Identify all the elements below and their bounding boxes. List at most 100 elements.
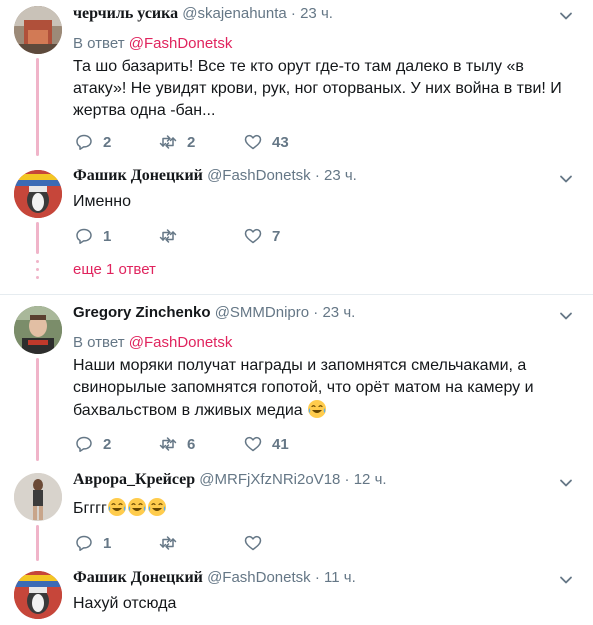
retweet-icon (159, 536, 177, 550)
tweet-header: Аврора_Крейсер @MRFjXfzNRi2oV18 · 12 ч. (73, 470, 387, 490)
chevron-down-icon[interactable] (559, 9, 573, 23)
chevron-down-icon[interactable] (559, 172, 573, 186)
heart-icon (244, 436, 262, 452)
thread-line (36, 222, 39, 254)
timestamp[interactable]: 11 ч. (324, 569, 356, 586)
avatar[interactable] (14, 170, 62, 218)
tweet-header: Фашик Донецкий @FashDonetsk · 11 ч. (73, 568, 356, 588)
retweet-count: 2 (187, 133, 196, 151)
tweet-1[interactable]: черчиль усика @skajenahunta · 23 ч. В от… (0, 0, 593, 158)
tweet-text: Нахуй отсюда (73, 595, 177, 612)
reply-context: В ответ @FashDonetsk (73, 333, 232, 353)
tweet-text: Та шо базарить! Все те кто орут где-то т… (73, 58, 562, 119)
chevron-down-icon[interactable] (559, 573, 573, 587)
tweet-actions: 2 6 41 (73, 434, 373, 454)
heart-icon (244, 134, 262, 150)
display-name[interactable]: Фашик Донецкий (73, 167, 203, 184)
reply-button[interactable]: 1 (75, 533, 113, 553)
tweet-actions: 1 7 (73, 226, 373, 246)
reply-button[interactable]: 2 (75, 132, 113, 152)
reply-count: 1 (103, 227, 112, 245)
thread-line (36, 525, 39, 561)
tweet-5[interactable]: Фашик Донецкий @FashDonetsk · 11 ч. Наху… (0, 561, 593, 625)
tweet-2[interactable]: Фашик Донецкий @FashDonetsk · 23 ч. Имен… (0, 158, 593, 294)
display-name[interactable]: Gregory Zinchenko (73, 304, 211, 321)
face-with-tears-of-joy-emoji (107, 498, 126, 516)
face-with-tears-of-joy-emoji (308, 400, 327, 418)
tweet-text-body: Наши моряки получат награды и запомнятся… (73, 357, 534, 419)
retweet-icon (159, 135, 177, 149)
user-handle[interactable]: @SMMDnipro (215, 304, 309, 321)
retweet-button[interactable] (159, 226, 197, 246)
reply-icon (76, 134, 92, 150)
tweet-actions: 2 2 43 (73, 132, 373, 152)
reply-to-link[interactable]: @FashDonetsk (129, 334, 233, 351)
like-button[interactable]: 43 (244, 132, 289, 152)
reply-prefix: В ответ (73, 35, 125, 52)
separator-dot: · (314, 167, 320, 184)
user-handle[interactable]: @skajenahunta (182, 5, 286, 22)
separator-dot: · (313, 304, 319, 321)
user-handle[interactable]: @FashDonetsk (207, 167, 311, 184)
timestamp[interactable]: 23 ч. (300, 5, 333, 22)
reply-count: 1 (103, 534, 112, 552)
display-name[interactable]: Аврора_Крейсер (73, 471, 195, 488)
like-button[interactable]: 7 (244, 226, 282, 246)
retweet-count: 6 (187, 435, 196, 453)
thread-dots (36, 260, 39, 284)
tweet-header: Gregory Zinchenko @SMMDnipro · 23 ч. (73, 303, 355, 323)
timestamp[interactable]: 23 ч. (324, 167, 357, 184)
retweet-button[interactable]: 2 (159, 132, 197, 152)
reply-icon (76, 436, 92, 452)
tweet-header: черчиль усика @skajenahunta · 23 ч. (73, 4, 333, 24)
separator-dot: · (344, 471, 350, 488)
reply-icon (76, 228, 92, 244)
reply-button[interactable]: 2 (75, 434, 113, 454)
retweet-icon (159, 229, 177, 243)
user-handle[interactable]: @FashDonetsk (207, 569, 311, 586)
face-with-tears-of-joy-emoji (127, 498, 146, 516)
like-button[interactable] (244, 533, 282, 553)
separator-dot: · (314, 569, 320, 586)
reply-count: 2 (103, 133, 112, 151)
heart-icon (244, 228, 262, 244)
show-more-replies-link[interactable]: еще 1 ответ (73, 261, 156, 278)
retweet-button[interactable]: 6 (159, 434, 197, 454)
like-count: 7 (272, 227, 281, 245)
display-name[interactable]: Фашик Донецкий (73, 569, 203, 586)
reply-to-link[interactable]: @FashDonetsk (129, 35, 233, 52)
thread-line (36, 58, 39, 156)
face-with-tears-of-joy-emoji (147, 498, 166, 516)
tweet-text-body: Бгггг (73, 500, 107, 517)
tweet-header: Фашик Донецкий @FashDonetsk · 23 ч. (73, 166, 357, 186)
tweet-3[interactable]: Gregory Zinchenko @SMMDnipro · 23 ч. В о… (0, 295, 593, 461)
thread-line (36, 358, 39, 461)
chevron-down-icon[interactable] (559, 476, 573, 490)
tweet-text: Именно (73, 193, 131, 210)
like-count: 41 (272, 435, 289, 453)
avatar[interactable] (14, 473, 62, 521)
reply-count: 2 (103, 435, 112, 453)
display-name[interactable]: черчиль усика (73, 5, 178, 22)
avatar[interactable] (14, 306, 62, 354)
reply-prefix: В ответ (73, 334, 125, 351)
retweet-icon (159, 437, 177, 451)
separator-dot: · (290, 5, 296, 22)
timestamp[interactable]: 12 ч. (354, 471, 387, 488)
avatar[interactable] (14, 571, 62, 619)
tweet-actions: 1 (73, 533, 373, 553)
heart-icon (244, 535, 262, 551)
tweet-text: Бгггг (73, 497, 573, 520)
chevron-down-icon[interactable] (559, 309, 573, 323)
tweet-text: Наши моряки получат награды и запомнятся… (73, 355, 573, 422)
like-count: 43 (272, 133, 289, 151)
reply-icon (76, 535, 92, 551)
like-button[interactable]: 41 (244, 434, 289, 454)
reply-context: В ответ @FashDonetsk (73, 34, 232, 54)
retweet-button[interactable] (159, 533, 197, 553)
tweet-4[interactable]: Аврора_Крейсер @MRFjXfzNRi2oV18 · 12 ч. … (0, 461, 593, 561)
user-handle[interactable]: @MRFjXfzNRi2oV18 (199, 471, 340, 488)
timestamp[interactable]: 23 ч. (322, 304, 355, 321)
avatar[interactable] (14, 6, 62, 54)
reply-button[interactable]: 1 (75, 226, 113, 246)
